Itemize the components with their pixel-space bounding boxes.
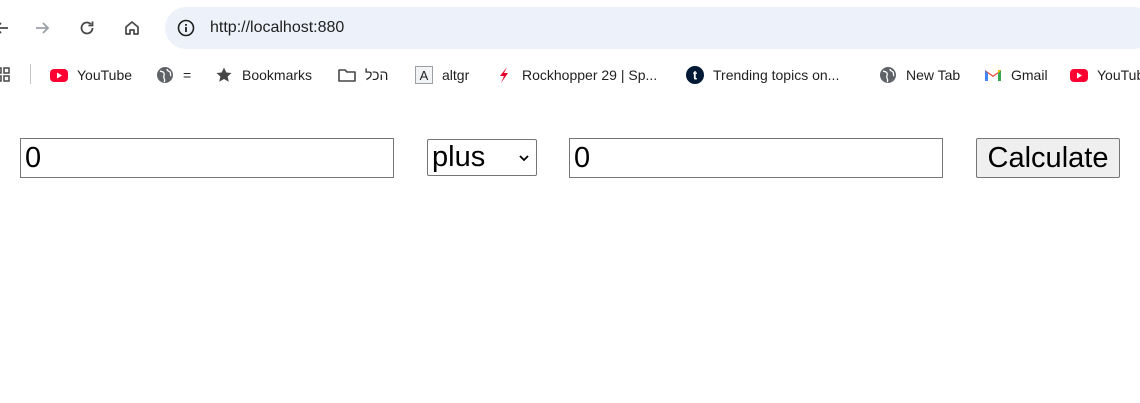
bookmark-altgr[interactable]: A altgr — [414, 62, 469, 88]
forward-button[interactable] — [24, 10, 60, 46]
bookmark-folder-all[interactable]: הכל — [337, 62, 388, 88]
reload-icon — [80, 21, 94, 35]
operator-value: plus — [432, 141, 486, 173]
globe-icon — [155, 65, 175, 85]
home-icon — [125, 21, 139, 35]
bookmark-label: Gmail — [1011, 67, 1048, 83]
home-button[interactable] — [114, 10, 150, 46]
bookmark-youtube[interactable]: YouTube — [49, 62, 132, 88]
star-icon — [214, 65, 234, 85]
svg-text:t: t — [693, 68, 698, 83]
apps-grid-icon — [0, 65, 14, 85]
youtube-icon — [1069, 65, 1089, 85]
operator-select[interactable]: plus — [427, 139, 537, 176]
bookmark-equals[interactable]: = — [155, 62, 191, 88]
back-arrow-icon — [0, 22, 8, 34]
folder-icon — [337, 65, 357, 85]
bookmark-label: Trending topics on... — [713, 67, 840, 83]
second-number-input[interactable] — [569, 138, 943, 178]
apps-shortcut[interactable] — [0, 62, 22, 88]
specialized-icon — [494, 65, 514, 85]
bookmarks-bar: YouTube = Bookmarks הכל A altgr Rockhopp… — [0, 58, 1140, 92]
bookmark-label: הכל — [365, 67, 389, 83]
first-number-input[interactable] — [20, 138, 394, 178]
bookmark-label: Rockhopper 29 | Sp... — [522, 67, 658, 83]
bookmark-label: altgr — [442, 67, 470, 83]
calculate-button[interactable]: Calculate — [976, 138, 1120, 178]
browser-chrome: http://localhost:880 YouTube = Bookmarks — [0, 0, 1140, 100]
globe-icon — [878, 65, 898, 85]
bookmark-gmail[interactable]: Gmail — [983, 62, 1048, 88]
back-button[interactable] — [0, 10, 20, 46]
address-bar[interactable]: http://localhost:880 — [165, 7, 1140, 49]
svg-text:A: A — [420, 68, 429, 83]
bookmark-label: Bookmarks — [242, 67, 313, 83]
bookmark-label: = — [183, 67, 192, 83]
bookmark-new-tab[interactable]: New Tab — [878, 62, 960, 88]
gmail-icon — [983, 65, 1003, 85]
reload-button[interactable] — [69, 10, 105, 46]
site-info-icon[interactable] — [174, 16, 198, 40]
bookmark-tumblr[interactable]: t Trending topics on... — [685, 62, 839, 88]
calculator-page: plus Calculate — [0, 100, 1140, 403]
bookmark-bookmarks[interactable]: Bookmarks — [214, 62, 312, 88]
bookmark-label: YouTube — [1097, 67, 1140, 83]
bookmark-rockhopper[interactable]: Rockhopper 29 | Sp... — [494, 62, 657, 88]
address-url: http://localhost:880 — [210, 19, 345, 36]
bookmark-label: New Tab — [906, 67, 961, 83]
chevron-down-icon — [519, 155, 529, 162]
forward-arrow-icon — [36, 22, 50, 34]
tumblr-icon: t — [685, 65, 705, 85]
bookmark-youtube-2[interactable]: YouTube — [1069, 62, 1140, 88]
letter-a-icon: A — [414, 65, 434, 85]
browser-toolbar: http://localhost:880 — [0, 0, 1140, 56]
youtube-icon — [49, 65, 69, 85]
bookmarks-separator — [30, 64, 31, 84]
bookmark-label: YouTube — [77, 67, 133, 83]
